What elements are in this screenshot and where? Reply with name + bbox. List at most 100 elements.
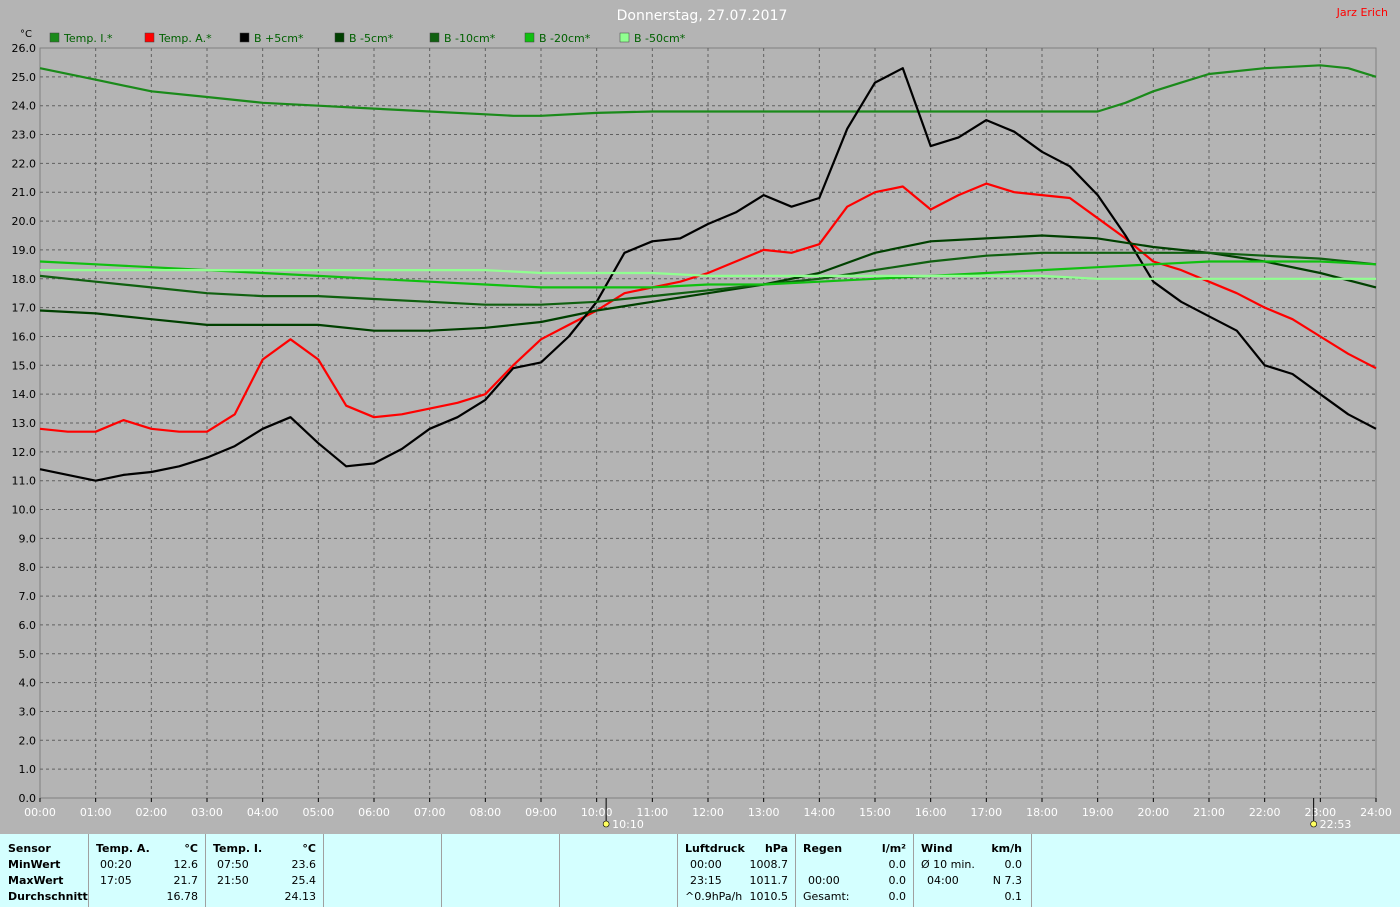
y-tick-label: 11.0 (12, 475, 37, 488)
y-tick-label: 3.0 (19, 705, 37, 718)
y-tick-label: 8.0 (19, 561, 37, 574)
y-tick-label: 16.0 (12, 330, 37, 343)
legend-swatch (334, 32, 345, 43)
legend-label: B -10cm* (444, 32, 496, 45)
x-tick-label: 24:00 (1360, 806, 1392, 819)
temp-i-max-val: 25.4 (291, 874, 317, 887)
y-tick-label: 15.0 (12, 359, 37, 372)
x-tick-label: 07:00 (414, 806, 446, 819)
temp-i-avg: 24.13 (284, 890, 317, 903)
row-avg-label: Durchschnitt (8, 890, 88, 903)
wind-header: Wind (921, 842, 953, 855)
author-label: Jarz Erich (1336, 6, 1388, 19)
temp-a-max-time: 17:05 (100, 874, 132, 887)
rain-total-label: Gesamt: (803, 890, 850, 903)
x-tick-label: 18:00 (1026, 806, 1058, 819)
y-tick-label: 26.0 (12, 42, 37, 55)
x-tick-label: 20:00 (1137, 806, 1169, 819)
pressure-trend: ^0.9hPa/h (685, 890, 743, 903)
x-tick-label: 12:00 (692, 806, 724, 819)
y-tick-label: 24.0 (12, 100, 37, 113)
y-tick-label: 19.0 (12, 244, 37, 257)
legend-label: Temp. A.* (158, 32, 212, 45)
x-tick-label: 01:00 (80, 806, 112, 819)
wind-avg-val: 0.0 (1004, 858, 1023, 871)
legend-swatch (429, 32, 440, 43)
pressure-header: Luftdruck (685, 842, 745, 855)
y-tick-label: 12.0 (12, 446, 37, 459)
y-tick-label: 9.0 (19, 532, 37, 545)
rain-unit: l/m² (881, 842, 906, 855)
y-tick-label: 25.0 (12, 71, 37, 84)
y-tick-label: 6.0 (19, 619, 37, 632)
temp-a-max-val: 21.7 (173, 874, 199, 887)
wind-max-time: 04:00 (927, 874, 959, 887)
temp-i-min-time: 07:50 (217, 858, 249, 871)
chart-title: Donnerstag, 27.07.2017 (617, 8, 788, 24)
y-tick-label: 4.0 (19, 677, 37, 690)
y-tick-label: 22.0 (12, 157, 37, 170)
y-tick-label: 10.0 (12, 504, 37, 517)
pressure-min-time: 00:00 (690, 858, 722, 871)
wind-max-val: N 7.3 (992, 874, 1022, 887)
temp-a-min-val: 12.6 (173, 858, 199, 871)
marker-label: 10:10 (612, 818, 644, 831)
y-tick-label: 14.0 (12, 388, 37, 401)
pressure-avg: 1010.5 (749, 890, 789, 903)
y-axis-unit: °C (20, 29, 32, 40)
x-tick-label: 06:00 (358, 806, 390, 819)
x-tick-label: 03:00 (191, 806, 223, 819)
sun-icon (602, 820, 610, 828)
y-tick-label: 0.0 (19, 792, 37, 805)
x-tick-label: 17:00 (970, 806, 1002, 819)
row-min-label: MinWert (8, 858, 61, 871)
sensor-header: Sensor (8, 842, 51, 855)
marker-label: 22:53 (1320, 818, 1352, 831)
y-tick-label: 20.0 (12, 215, 37, 228)
y-tick-label: 17.0 (12, 302, 37, 315)
pressure-max-val: 1011.7 (749, 874, 789, 887)
y-tick-label: 18.0 (12, 273, 37, 286)
x-tick-label: 05:00 (302, 806, 334, 819)
wind-avg: 0.1 (1004, 890, 1023, 903)
legend-label: B +5cm* (254, 32, 304, 45)
x-tick-label: 14:00 (803, 806, 835, 819)
y-tick-label: 1.0 (19, 763, 37, 776)
x-tick-label: 10:00 (581, 806, 613, 819)
wind-avg-label: Ø 10 min. (921, 858, 975, 871)
x-tick-label: 02:00 (135, 806, 167, 819)
legend-label: Temp. I.* (63, 32, 113, 45)
x-tick-label: 00:00 (24, 806, 56, 819)
temp-i-min-val: 23.6 (291, 858, 317, 871)
pressure-max-time: 23:15 (690, 874, 722, 887)
x-tick-label: 22:00 (1249, 806, 1281, 819)
y-tick-label: 7.0 (19, 590, 37, 603)
x-tick-label: 04:00 (247, 806, 279, 819)
temp-i-header: Temp. I. (213, 842, 263, 855)
legend-label: B -5cm* (349, 32, 394, 45)
x-tick-label: 15:00 (859, 806, 891, 819)
pressure-unit: hPa (764, 842, 788, 855)
rain-total: 0.0 (888, 890, 907, 903)
rain-header: Regen (803, 842, 843, 855)
temp-a-min-time: 00:20 (100, 858, 132, 871)
x-tick-label: 09:00 (525, 806, 557, 819)
pressure-min-val: 1008.7 (749, 858, 789, 871)
rain-max-val: 0.0 (888, 874, 907, 887)
row-max-label: MaxWert (8, 874, 64, 887)
sun-icon (1310, 820, 1317, 828)
legend-label: B -20cm* (539, 32, 591, 45)
temp-a-header: Temp. A. (96, 842, 150, 855)
x-tick-label: 19:00 (1082, 806, 1114, 819)
chart: Donnerstag, 27.07.2017 Jarz Erich °C Tem… (0, 0, 1400, 834)
wind-unit: km/h (991, 842, 1022, 855)
legend-swatch (49, 32, 60, 43)
x-tick-label: 08:00 (469, 806, 501, 819)
legend-label: B -50cm* (634, 32, 686, 45)
x-tick-label: 16:00 (915, 806, 947, 819)
legend-swatch (619, 32, 630, 43)
temp-a-avg: 16.78 (166, 890, 199, 903)
temp-i-max-time: 21:50 (217, 874, 249, 887)
legend-swatch (239, 32, 250, 43)
y-tick-label: 2.0 (19, 734, 37, 747)
